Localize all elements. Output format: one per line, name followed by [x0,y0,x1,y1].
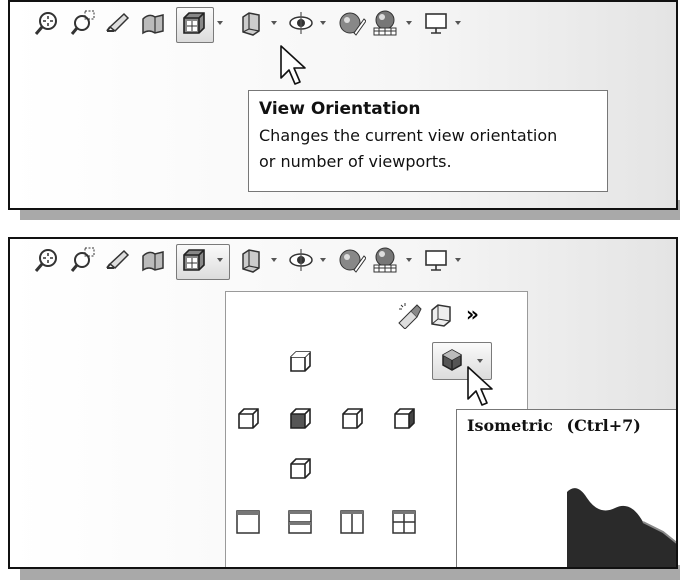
four-view-icon[interactable] [390,508,418,536]
mouse-pointer-icon [280,45,306,85]
view-settings-icon[interactable] [421,245,451,275]
zoom-to-fit-icon[interactable] [32,8,62,38]
back-view-icon[interactable] [390,404,418,432]
left-view-icon[interactable] [234,404,262,432]
isometric-tooltip: Isometric (Ctrl+7) [456,409,676,567]
apply-scene-icon[interactable] [370,245,400,275]
display-style-icon[interactable] [236,245,266,275]
zoom-to-area-icon[interactable] [68,245,98,275]
previous-view-icon[interactable] [103,245,133,275]
edit-appearance-icon[interactable] [337,8,367,38]
isometric-tooltip-title: Isometric [467,416,553,435]
apply-scene-icon[interactable] [370,8,400,38]
isometric-preview-image [567,488,676,567]
hide-show-dropdown-arrow[interactable] [317,245,329,275]
tooltip-title: View Orientation [259,99,421,119]
zoom-to-area-icon[interactable] [68,8,98,38]
hide-show-dropdown-arrow[interactable] [317,8,329,38]
display-style-dropdown-arrow[interactable] [268,8,280,38]
isometric-view-icon[interactable] [438,346,466,374]
new-view-icon[interactable] [426,300,456,330]
mouse-pointer-icon [467,366,493,406]
hide-show-items-icon[interactable] [286,8,316,38]
view-orientation-icon[interactable] [179,8,209,38]
view-orientation-dropdown-arrow[interactable] [214,245,226,275]
front-view-icon[interactable] [286,404,314,432]
apply-scene-dropdown-arrow[interactable] [403,8,415,38]
zoom-to-fit-icon[interactable] [32,245,62,275]
view-settings-icon[interactable] [421,8,451,38]
two-view-horizontal-icon[interactable] [286,508,314,536]
heads-up-toolbar [10,7,676,48]
tooltip-line-2: or number of viewports. [259,152,452,171]
section-view-icon[interactable] [138,8,168,38]
two-view-vertical-icon[interactable] [338,508,366,536]
heads-up-toolbar [10,244,676,285]
tooltip-line-1: Changes the current view orientation [259,126,558,145]
apply-scene-dropdown-arrow[interactable] [403,245,415,275]
display-style-icon[interactable] [236,8,266,38]
edit-appearance-icon[interactable] [337,245,367,275]
view-settings-dropdown-arrow[interactable] [452,8,464,38]
previous-view-icon[interactable] [103,8,133,38]
hide-show-items-icon[interactable] [286,245,316,275]
view-selector-icon[interactable] [394,300,424,330]
view-orientation-dropdown-arrow[interactable] [214,8,226,38]
bottom-view-icon[interactable] [286,454,314,482]
view-orientation-tooltip: View Orientation Changes the current vie… [248,90,608,192]
view-orientation-icon[interactable] [179,245,209,275]
right-view-icon[interactable] [338,404,366,432]
expand-menu-icon[interactable]: » [466,302,479,326]
single-view-icon[interactable] [234,508,262,536]
toolbar-panel-bottom: » Isometric (Ctrl+7) [8,237,678,569]
toolbar-panel-top: View Orientation Changes the current vie… [8,0,678,210]
section-view-icon[interactable] [138,245,168,275]
isometric-tooltip-shortcut: (Ctrl+7) [566,416,641,435]
display-style-dropdown-arrow[interactable] [268,245,280,275]
top-view-icon[interactable] [286,347,314,375]
view-settings-dropdown-arrow[interactable] [452,245,464,275]
